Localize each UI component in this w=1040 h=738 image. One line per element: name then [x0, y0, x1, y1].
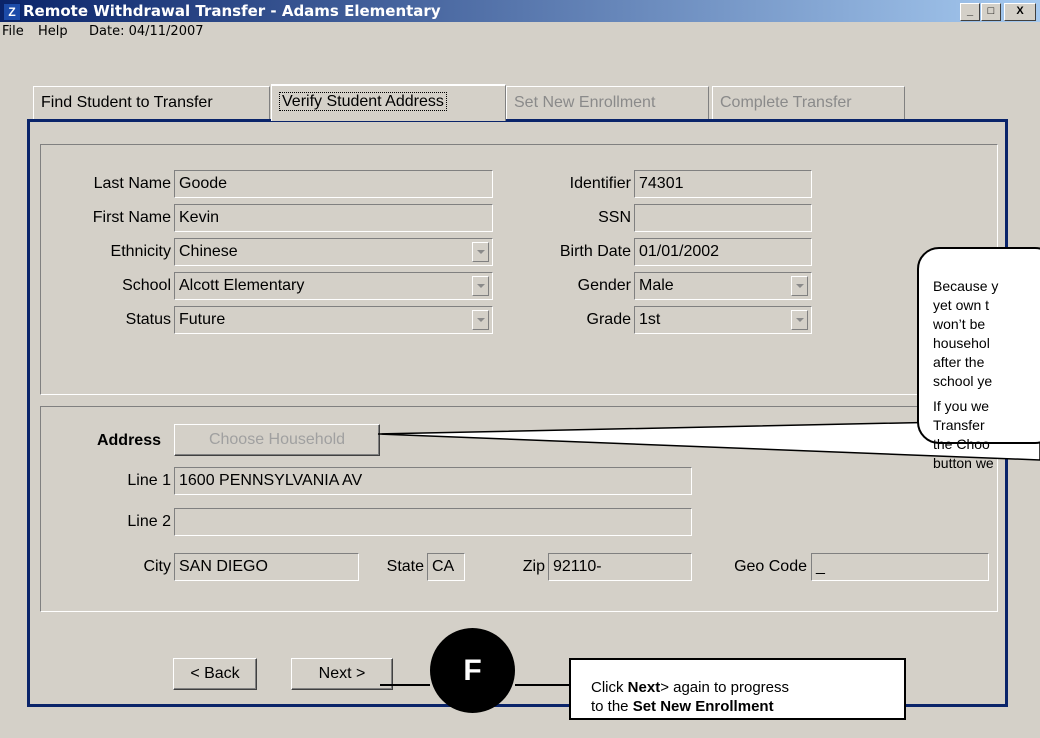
callout-para-2: If you we Transfer the Choo button we [933, 397, 1040, 473]
callout-line: button we [933, 455, 994, 471]
callout-para-1: Because y yet own t won’t be househol af… [933, 277, 1040, 391]
callout-text: to the [591, 698, 633, 715]
callout-line: the Choo [933, 436, 990, 452]
callout-line: won’t be [933, 316, 986, 332]
callout-bold: Next [627, 679, 661, 696]
callout-line: Because y [933, 278, 999, 294]
callout-text: > again to progress [660, 679, 790, 696]
household-callout: Because y yet own t won’t be househol af… [917, 247, 1040, 471]
step-marker: F [430, 628, 515, 713]
app-window: Z Remote Withdrawal Transfer - Adams Ele… [0, 0, 1040, 738]
callout-bold: Set New Enrollment [632, 698, 774, 715]
next-callout: Click Next> again to progress to the Set… [569, 658, 906, 720]
tab-label: Verify Student Address [279, 92, 447, 111]
callout-line: househol [933, 335, 990, 351]
callout-line: school ye [933, 373, 993, 389]
next-callout-line-2: to the Set New Enrollment [591, 697, 904, 716]
callout-line: yet own t [933, 297, 990, 313]
callout-line: Transfer [933, 417, 985, 433]
next-callout-line-1: Click Next> again to progress [591, 678, 904, 697]
callout-leaders [377, 419, 1040, 686]
callout-line: If you we [933, 398, 990, 414]
callout-line: after the [933, 354, 985, 370]
tab-verify-address[interactable]: Verify Student Address [271, 84, 506, 121]
callout-text: Click [591, 679, 628, 696]
